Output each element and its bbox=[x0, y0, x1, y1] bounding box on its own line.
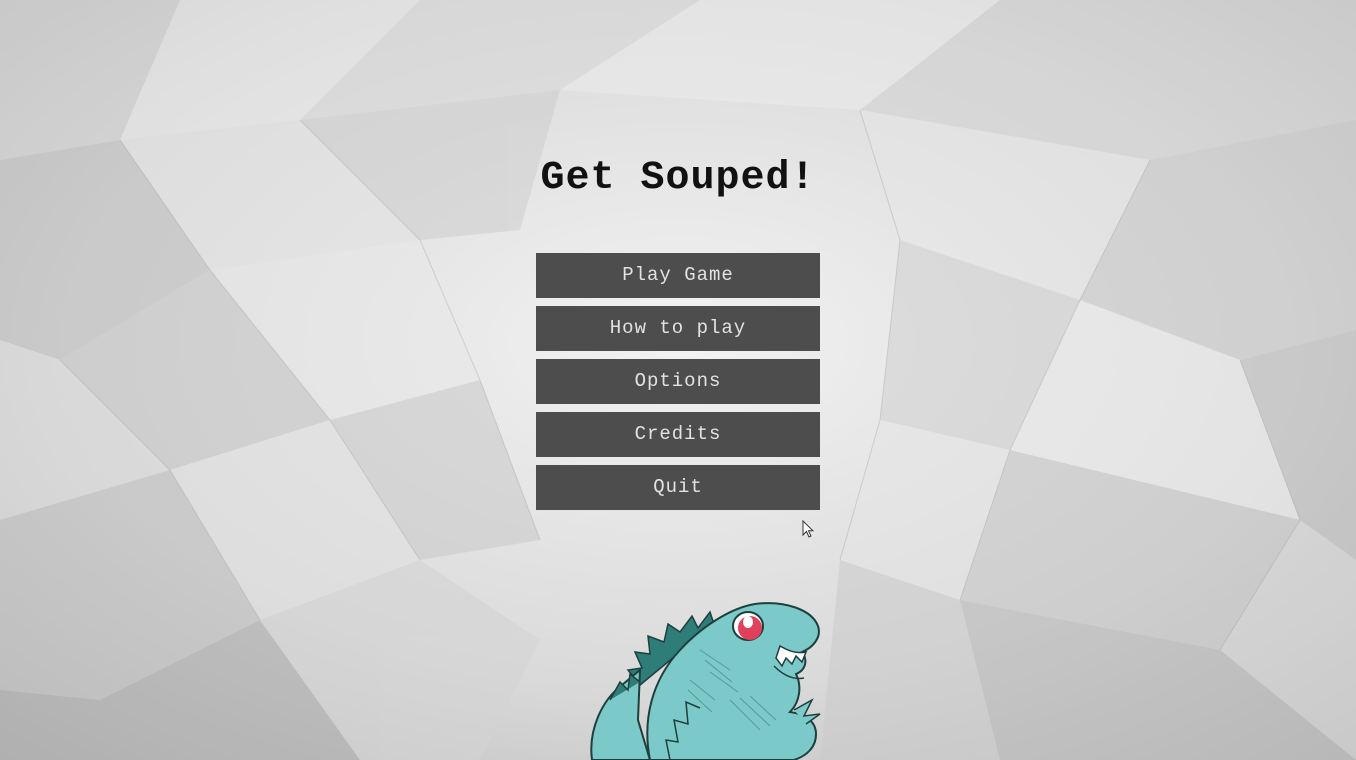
dinosaur-mascot bbox=[590, 602, 821, 760]
play-game-button[interactable]: Play Game bbox=[536, 253, 820, 298]
options-button[interactable]: Options bbox=[536, 359, 820, 404]
credits-button[interactable]: Credits bbox=[536, 412, 820, 457]
how-to-play-button[interactable]: How to play bbox=[536, 306, 820, 351]
game-title: Get Souped! bbox=[540, 156, 816, 201]
main-menu: Play Game How to play Options Credits Qu… bbox=[536, 253, 820, 518]
main-menu-screen: Get Souped! Play Game How to play Option… bbox=[0, 0, 1356, 760]
quit-button[interactable]: Quit bbox=[536, 465, 820, 510]
mouse-pointer-icon bbox=[802, 520, 814, 538]
